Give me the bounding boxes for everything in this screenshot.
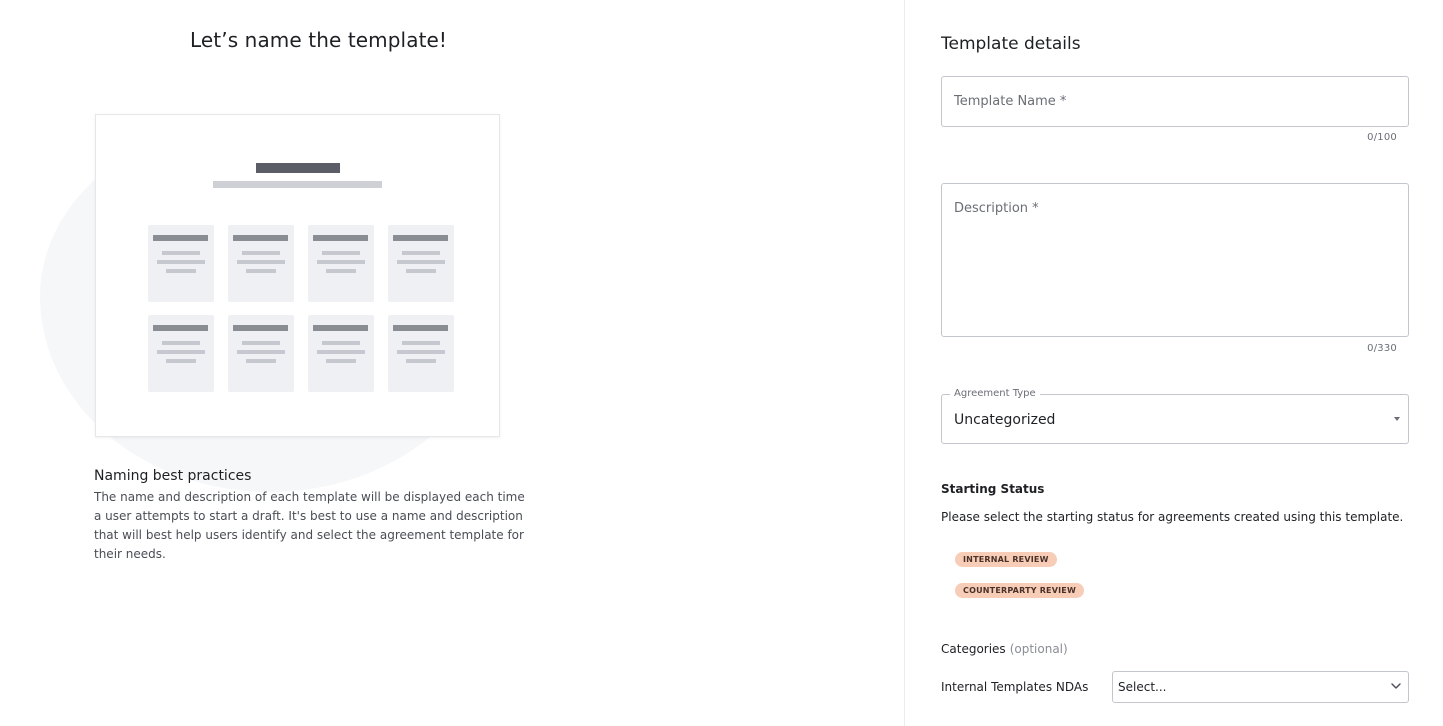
preview-tile xyxy=(228,315,294,392)
preview-tile xyxy=(308,225,374,302)
agreement-type-select[interactable]: Uncategorized xyxy=(941,394,1409,444)
section-title: Template details xyxy=(941,34,1081,54)
template-name-input[interactable]: Template Name * xyxy=(941,76,1409,127)
page-title: Let’s name the template! xyxy=(190,28,448,52)
best-practices-text: The name and description of each templat… xyxy=(94,490,525,561)
internal-templates-ndas-label: Internal Templates NDAs xyxy=(941,680,1089,694)
preview-tile xyxy=(388,315,454,392)
caret-down-icon xyxy=(1394,417,1400,421)
categories-title: Categories (optional) xyxy=(941,642,1068,656)
starting-status-title: Starting Status xyxy=(941,482,1045,496)
preview-tile xyxy=(148,225,214,302)
best-practices-title: Naming best practices xyxy=(94,468,252,484)
preview-subtitle-bar xyxy=(213,181,382,188)
description-textarea[interactable]: Description * xyxy=(941,183,1409,337)
description-counter: 0/330 xyxy=(1367,343,1397,354)
category-select-placeholder: Select... xyxy=(1118,680,1167,694)
starting-status-help: Please select the starting status for ag… xyxy=(941,510,1404,524)
preview-tile xyxy=(148,315,214,392)
agreement-type-label: Agreement Type xyxy=(950,388,1040,399)
categories-title-text: Categories xyxy=(941,642,1006,656)
categories-optional-text: (optional) xyxy=(1009,642,1068,656)
status-option-internal-review[interactable]: INTERNAL REVIEW xyxy=(955,552,1057,567)
preview-tile xyxy=(228,225,294,302)
preview-title-bar xyxy=(256,163,340,173)
template-name-counter: 0/100 xyxy=(1367,132,1397,143)
template-preview-illustration xyxy=(95,114,500,437)
preview-tile xyxy=(308,315,374,392)
template-details-panel: Template details Template Name * 0/100 D… xyxy=(905,0,1443,726)
chevron-down-icon xyxy=(1391,683,1401,689)
agreement-type-value: Uncategorized xyxy=(954,412,1056,428)
description-label: Description * xyxy=(954,201,1039,216)
template-name-label: Template Name * xyxy=(954,94,1067,109)
status-option-counterparty-review[interactable]: COUNTERPARTY REVIEW xyxy=(955,583,1084,598)
internal-templates-ndas-select[interactable]: Select... xyxy=(1112,671,1409,703)
preview-tile xyxy=(388,225,454,302)
left-panel: Let’s name the template! Naming best pra… xyxy=(0,0,904,726)
